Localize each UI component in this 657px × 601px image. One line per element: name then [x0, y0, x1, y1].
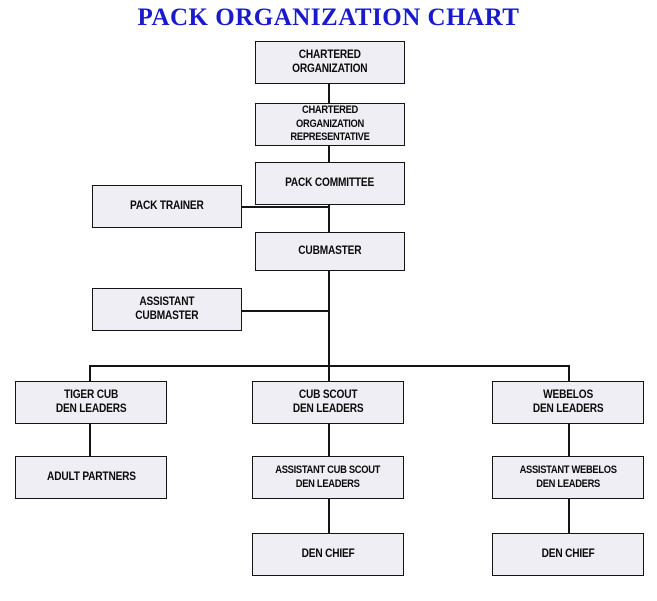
node-den-chief-webelos[interactable]: DEN CHIEF: [492, 533, 644, 576]
node-assistant-cubmaster[interactable]: ASSISTANT CUBMASTER: [92, 288, 242, 331]
node-den-chief-cub-scout[interactable]: DEN CHIEF: [252, 533, 404, 576]
connector-assistant-cub-scout-to-den-chief: [328, 498, 330, 533]
node-assistant-cub-scout-den-leaders[interactable]: ASSISTANT CUB SCOUT DEN LEADERS: [252, 456, 404, 499]
node-assistant-webelos-den-leaders[interactable]: ASSISTANT WEBELOS DEN LEADERS: [492, 456, 644, 499]
connector-assistant-cubmaster-lateral: [240, 310, 330, 312]
node-adult-partners[interactable]: ADULT PARTNERS: [15, 456, 167, 499]
node-pack-committee[interactable]: PACK COMMITTEE: [255, 162, 405, 205]
node-tiger-cub-den-leaders-label: TIGER CUB DEN LEADERS: [55, 389, 127, 415]
node-assistant-cub-scout-den-leaders-label: ASSISTANT CUB SCOUT DEN LEADERS: [275, 464, 381, 490]
node-tiger-cub-den-leaders[interactable]: TIGER CUB DEN LEADERS: [15, 381, 167, 424]
connector-cubmaster-spine: [328, 270, 330, 367]
connector-cub-scout-to-assistant: [328, 424, 330, 457]
node-assistant-cubmaster-label: ASSISTANT CUBMASTER: [135, 296, 199, 322]
connector-tiger-cub-to-adult-partners: [89, 424, 91, 457]
chart-title: PACK ORGANIZATION CHART: [137, 4, 520, 31]
node-chartered-organization-label: CHARTERED ORGANIZATION: [292, 49, 368, 75]
node-den-chief-cub-scout-label: DEN CHIEF: [301, 547, 355, 560]
pack-organization-chart: PACK ORGANIZATION CHART CHARTERED ORGANI…: [0, 0, 657, 601]
node-den-chief-webelos-label: DEN CHIEF: [541, 547, 595, 560]
connector-chartered-org-to-rep: [328, 83, 330, 105]
node-cubmaster-label: CUBMASTER: [298, 244, 362, 257]
node-webelos-den-leaders[interactable]: WEBELOS DEN LEADERS: [492, 381, 644, 424]
node-assistant-webelos-den-leaders-label: ASSISTANT WEBELOS DEN LEADERS: [519, 464, 617, 490]
connector-pack-committee-to-cubmaster: [328, 204, 330, 234]
node-pack-committee-label: PACK COMMITTEE: [285, 176, 375, 189]
node-cubmaster[interactable]: CUBMASTER: [255, 232, 405, 271]
node-chartered-organization-representative-label: CHARTERED ORGANIZATION REPRESENTATIVE: [290, 104, 370, 144]
node-cub-scout-den-leaders[interactable]: CUB SCOUT DEN LEADERS: [252, 381, 404, 424]
node-webelos-den-leaders-label: WEBELOS DEN LEADERS: [532, 389, 604, 415]
node-cub-scout-den-leaders-label: CUB SCOUT DEN LEADERS: [292, 389, 364, 415]
connector-pack-trainer-lateral: [240, 206, 330, 208]
connector-rep-to-pack-committee: [328, 145, 330, 163]
connector-webelos-to-assistant: [568, 424, 570, 457]
node-chartered-organization[interactable]: CHARTERED ORGANIZATION: [255, 41, 405, 84]
node-pack-trainer-label: PACK TRAINER: [130, 199, 204, 212]
node-pack-trainer[interactable]: PACK TRAINER: [92, 185, 242, 228]
node-chartered-organization-representative[interactable]: CHARTERED ORGANIZATION REPRESENTATIVE: [255, 103, 405, 146]
connector-assistant-webelos-to-den-chief: [568, 498, 570, 533]
node-adult-partners-label: ADULT PARTNERS: [46, 470, 136, 483]
